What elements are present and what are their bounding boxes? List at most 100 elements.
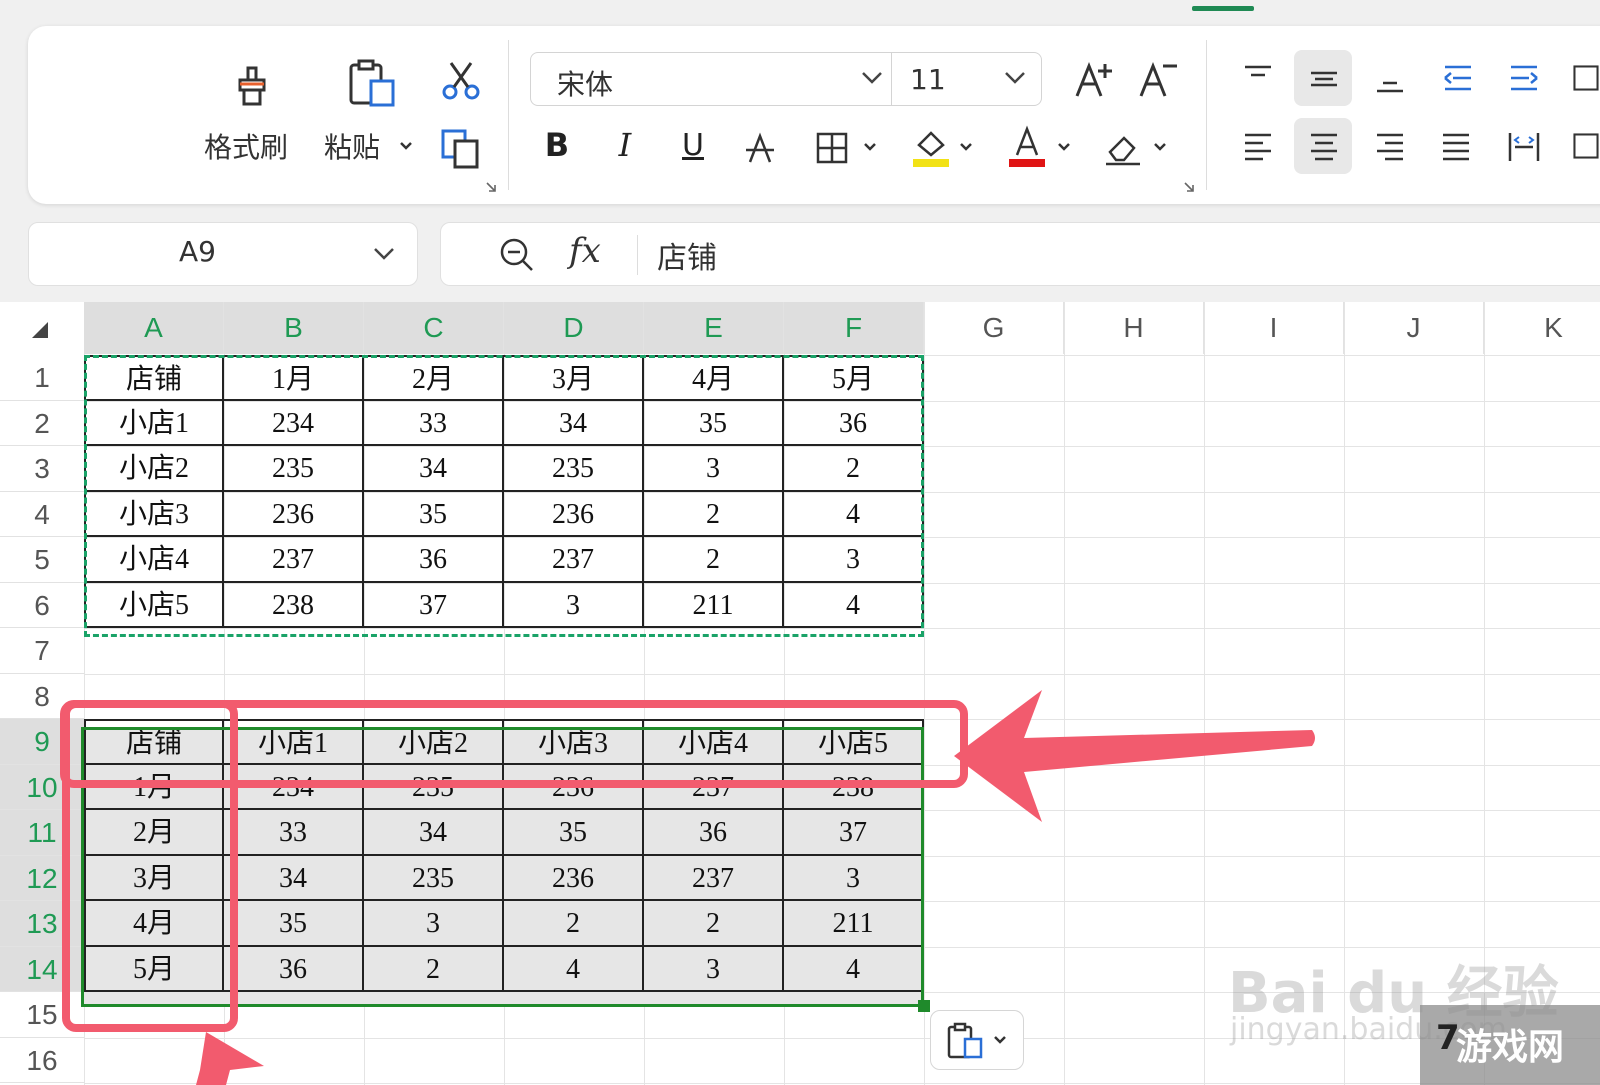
font-expand-icon[interactable] [1182,180,1196,194]
row-header-2[interactable]: 2 [0,401,84,446]
table-cell[interactable]: 34 [364,446,504,492]
table-cell[interactable]: 2 [504,901,644,947]
table-cell[interactable]: 35 [364,491,504,537]
column-header-f[interactable]: F [784,302,924,354]
underline-button[interactable]: U [676,124,710,166]
align-right-icon[interactable] [1370,126,1410,166]
table-cell[interactable]: 237 [644,764,784,810]
format-painter-icon[interactable] [222,56,282,112]
row-header-11[interactable]: 11 [0,810,84,856]
table-cell[interactable]: 4 [504,946,644,992]
align-middle-icon[interactable] [1304,58,1344,98]
italic-button[interactable]: I [608,124,642,166]
merge-cells-icon[interactable] [1572,126,1600,166]
table-cell[interactable]: 店铺 [84,355,224,401]
table-cell[interactable]: 37 [364,582,504,628]
table-cell[interactable]: 235 [224,446,364,492]
row-header-8[interactable]: 8 [0,674,84,719]
table-cell[interactable]: 5月 [784,355,924,401]
bold-button[interactable]: B [540,124,574,166]
format-painter-label[interactable]: 格式刷 [204,126,288,166]
table-cell[interactable]: 235 [364,855,504,901]
wrap-text-icon[interactable] [1572,58,1600,98]
table-cell[interactable]: 33 [224,810,364,856]
row-header-1[interactable]: 1 [0,355,84,401]
table-cell[interactable]: 4 [784,946,924,992]
formula-value[interactable]: 店铺 [657,233,717,277]
table-cell[interactable]: 234 [224,764,364,810]
table-cell[interactable]: 店铺 [84,719,224,765]
table-cell[interactable]: 3 [644,946,784,992]
table-cell[interactable]: 1月 [224,355,364,401]
row-header-7[interactable]: 7 [0,628,84,674]
increase-indent-icon[interactable] [1504,58,1544,98]
row-header-14[interactable]: 14 [0,946,84,992]
table-cell[interactable]: 3 [644,446,784,492]
table-cell[interactable]: 2月 [364,355,504,401]
table-cell[interactable]: 3月 [84,855,224,901]
table-cell[interactable]: 小店1 [84,400,224,446]
formula-bar[interactable]: fx 店铺 [440,222,1600,286]
table-cell[interactable]: 小店4 [84,537,224,583]
table-cell[interactable]: 236 [504,491,644,537]
name-box[interactable]: A9 [28,222,418,286]
cut-icon[interactable] [436,56,486,106]
table-cell[interactable]: 2 [784,446,924,492]
fill-handle[interactable] [918,1000,930,1012]
column-header-c[interactable]: C [364,302,504,354]
row-header-3[interactable]: 3 [0,446,84,492]
table-cell[interactable]: 238 [784,764,924,810]
row-header-13[interactable]: 13 [0,901,84,947]
increase-font-icon[interactable] [1070,56,1120,104]
table-cell[interactable]: 2 [364,946,504,992]
decrease-indent-icon[interactable] [1438,58,1478,98]
font-color-icon[interactable] [1004,124,1050,170]
row-header-15[interactable]: 15 [0,992,84,1038]
table-cell[interactable]: 211 [644,582,784,628]
table-cell[interactable]: 3 [504,582,644,628]
table-cell[interactable]: 34 [364,810,504,856]
table-cell[interactable]: 36 [224,946,364,992]
column-header-j[interactable]: J [1344,302,1484,354]
fill-color-icon[interactable] [908,124,954,170]
decrease-font-icon[interactable] [1134,56,1184,104]
row-header-6[interactable]: 6 [0,583,84,628]
table-cell[interactable]: 35 [504,810,644,856]
table-cell[interactable]: 小店4 [644,719,784,765]
table-cell[interactable]: 235 [364,764,504,810]
table-cell[interactable]: 236 [504,855,644,901]
table-cell[interactable]: 4月 [644,355,784,401]
table-cell[interactable]: 3月 [504,355,644,401]
table-cell[interactable]: 2 [644,491,784,537]
table-cell[interactable]: 5月 [84,946,224,992]
column-header-k[interactable]: K [1484,302,1600,354]
table-cell[interactable]: 34 [224,855,364,901]
fx-label[interactable]: fx [569,231,601,271]
table-cell[interactable]: 36 [784,400,924,446]
table-cell[interactable]: 234 [224,400,364,446]
column-header-e[interactable]: E [644,302,784,354]
table-cell[interactable]: 236 [224,491,364,537]
table-cell[interactable]: 小店1 [224,719,364,765]
table-cell[interactable]: 小店3 [504,719,644,765]
table-cell[interactable]: 3 [364,901,504,947]
table-cell[interactable]: 3 [784,855,924,901]
fill-color-dropdown-icon[interactable] [958,140,974,154]
table-cell[interactable]: 小店5 [784,719,924,765]
table-cell[interactable]: 4 [784,582,924,628]
borders-dropdown-icon[interactable] [862,140,878,154]
clear-format-icon[interactable] [1100,124,1146,170]
justify-icon[interactable] [1436,126,1476,166]
row-header-4[interactable]: 4 [0,492,84,537]
table-cell[interactable]: 36 [364,537,504,583]
table-cell[interactable]: 2 [644,537,784,583]
table-cell[interactable]: 238 [224,582,364,628]
distributed-align-icon[interactable] [1504,126,1544,166]
paste-icon[interactable] [342,56,402,112]
column-header-h[interactable]: H [1064,302,1204,354]
font-color-dropdown-icon[interactable] [1056,140,1072,154]
table-cell[interactable]: 小店2 [364,719,504,765]
select-all-corner[interactable] [0,302,84,354]
row-header-10[interactable]: 10 [0,764,84,810]
row-header-16[interactable]: 16 [0,1038,84,1083]
